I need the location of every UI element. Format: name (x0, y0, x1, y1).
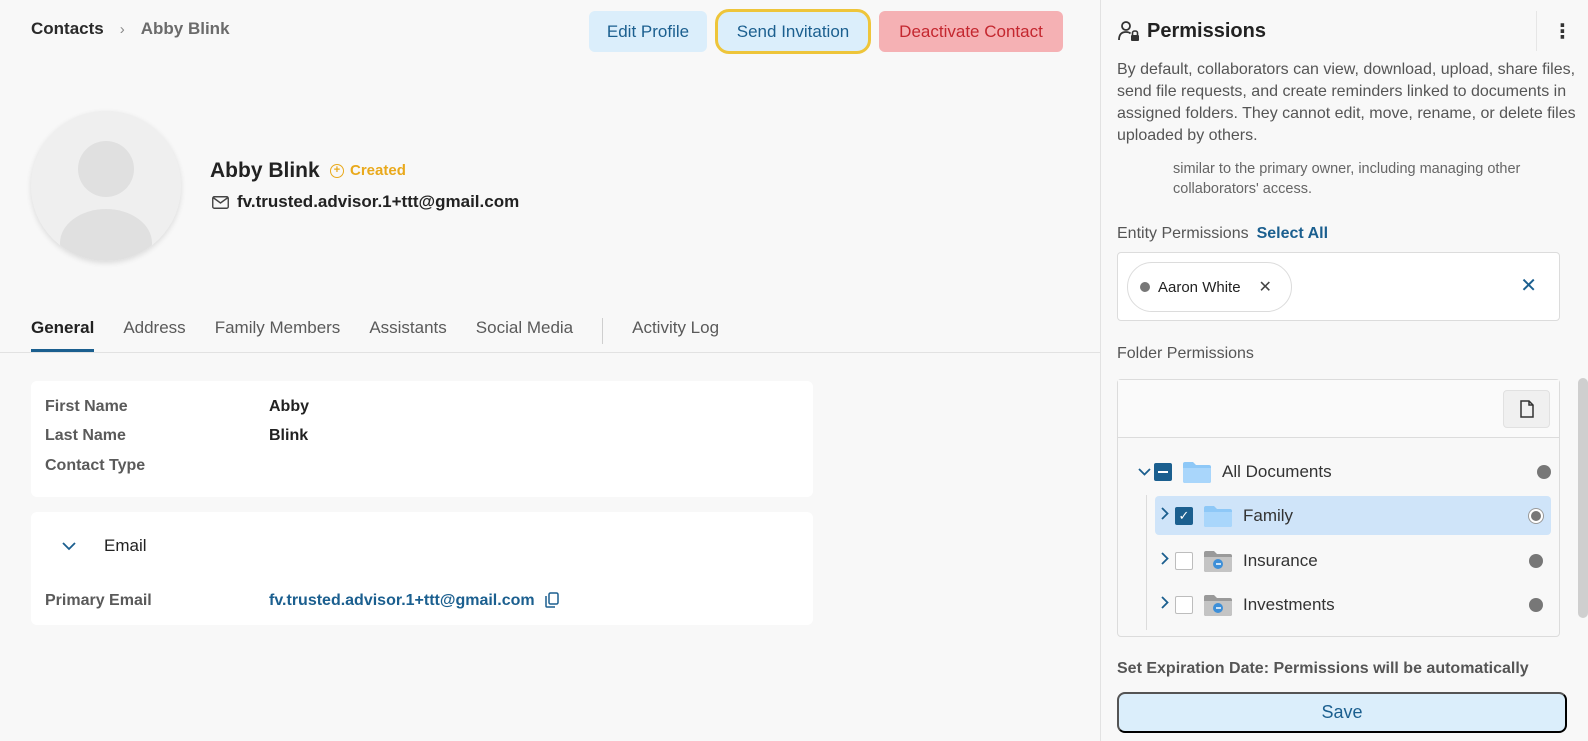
user-placeholder-icon (31, 111, 181, 261)
tab-assistants[interactable]: Assistants (369, 318, 446, 352)
more-vertical-icon[interactable]: ⋮ (1536, 11, 1588, 51)
clear-selection-icon[interactable]: ✕ (1520, 275, 1537, 297)
save-button[interactable]: Save (1117, 692, 1567, 733)
folder-icon (1183, 461, 1211, 483)
email-section-toggle[interactable]: Email (62, 536, 147, 556)
general-info-card: First Name Abby Last Name Blink Contact … (31, 381, 813, 497)
tree-row[interactable]: ✓ Family (1155, 496, 1551, 535)
contact-type-label: Contact Type (45, 457, 146, 474)
mail-icon (212, 195, 229, 209)
first-name-value: Abby (269, 398, 309, 415)
email-card: Email Primary Email fv.trusted.advisor.1… (31, 512, 813, 625)
contact-email-text: fv.trusted.advisor.1+ttt@gmail.com (237, 192, 520, 211)
entity-chip: Aaron White ✕ (1127, 262, 1292, 312)
tree-row[interactable]: Insurance (1155, 541, 1551, 580)
tree-guide-line (1146, 495, 1147, 630)
folder-checkbox[interactable] (1175, 551, 1193, 570)
user-lock-icon (1118, 21, 1139, 41)
send-invitation-button[interactable]: Send Invitation (715, 9, 871, 54)
edit-profile-button[interactable]: Edit Profile (589, 11, 707, 52)
folder-checkbox[interactable]: ✓ (1175, 506, 1193, 525)
permissions-description: By default, collaborators can view, down… (1117, 61, 1576, 144)
chevron-right-icon[interactable] (1155, 507, 1175, 524)
folder-icon (1204, 505, 1232, 527)
contact-name: Abby Blink (210, 159, 320, 182)
contact-email: fv.trusted.advisor.1+ttt@gmail.com (212, 192, 519, 212)
tabs-divider (0, 352, 1100, 353)
primary-email-row: Primary Email fv.trusted.advisor.1+ttt@g… (45, 592, 559, 613)
primary-email-label: Primary Email (45, 592, 152, 609)
folder-toolbar (1118, 380, 1559, 438)
permissions-panel: Permissions ⋮ By default, collaborators … (1100, 0, 1588, 741)
select-all-link[interactable]: Select All (1257, 225, 1328, 243)
plus-circle-icon: + (330, 163, 344, 178)
tree-row[interactable]: All Documents (1134, 452, 1559, 491)
permissions-title: Permissions (1147, 19, 1266, 42)
folder-name: Family (1243, 505, 1294, 525)
entity-permissions-header: Entity Permissions Select All (1117, 225, 1328, 243)
entity-dot-icon (1140, 282, 1150, 292)
tree-row[interactable]: Investments (1155, 585, 1551, 624)
chevron-down-icon (62, 538, 76, 555)
folder-tree: All Documents ✓ Family Insurance Investm… (1117, 379, 1560, 637)
status-dot-icon (1529, 553, 1543, 568)
first-name-label: First Name (45, 398, 128, 415)
status-dot-icon (1529, 508, 1543, 523)
tab-activity-log[interactable]: Activity Log (632, 318, 719, 352)
panel-scrollbar[interactable] (1578, 378, 1588, 618)
folder-name: All Documents (1222, 461, 1332, 481)
tab-bar: General Address Family Members Assistant… (31, 318, 748, 352)
status-dot-icon (1529, 597, 1543, 612)
remove-chip-icon[interactable]: ✕ (1259, 277, 1272, 297)
status-label: Created (350, 162, 406, 179)
contact-detail: Contacts › Abby Blink Edit Profile Send … (0, 0, 1100, 741)
shared-folder-icon (1204, 594, 1232, 616)
primary-email-link[interactable]: fv.trusted.advisor.1+ttt@gmail.com (269, 592, 535, 613)
status-badge: + Created (330, 162, 406, 179)
breadcrumb-current: Abby Blink (140, 19, 230, 38)
chevron-right-icon[interactable] (1155, 552, 1175, 569)
chevron-down-icon[interactable] (1134, 463, 1154, 480)
tab-address[interactable]: Address (123, 318, 185, 352)
chevron-right-icon[interactable] (1155, 596, 1175, 613)
entity-permissions-select[interactable]: Aaron White ✕ ✕ (1117, 252, 1560, 321)
email-section-title: Email (104, 536, 147, 555)
folder-checkbox[interactable] (1154, 462, 1172, 481)
tab-social-media[interactable]: Social Media (476, 318, 573, 352)
status-dot-icon (1537, 464, 1551, 479)
entity-permissions-label: Entity Permissions (1117, 225, 1249, 242)
tab-family-members[interactable]: Family Members (215, 318, 341, 352)
breadcrumb: Contacts › Abby Blink (31, 19, 230, 39)
permissions-note: similar to the primary owner, including … (1173, 161, 1521, 197)
last-name-value: Blink (269, 427, 309, 444)
tab-divider (602, 318, 604, 344)
last-name-label: Last Name (45, 427, 126, 444)
folder-checkbox[interactable] (1175, 595, 1193, 614)
last-name-row: Last Name Blink (45, 427, 308, 445)
folder-name: Investments (1243, 594, 1335, 614)
entity-chip-label: Aaron White (1158, 278, 1241, 296)
tab-general[interactable]: General (31, 318, 95, 352)
chevron-right-icon: › (119, 20, 125, 38)
header-actions: Edit Profile Send Invitation Deactivate … (589, 9, 1063, 54)
contact-type-row: Contact Type (45, 457, 269, 475)
avatar (31, 111, 181, 261)
document-icon[interactable] (1503, 390, 1550, 428)
deactivate-contact-button[interactable]: Deactivate Contact (879, 11, 1063, 52)
permissions-header: Permissions (1117, 19, 1266, 43)
folder-permissions-label: Folder Permissions (1117, 345, 1254, 362)
folder-name: Insurance (1243, 550, 1318, 570)
breadcrumb-contacts-link[interactable]: Contacts (31, 19, 104, 39)
shared-folder-icon (1204, 550, 1232, 572)
copy-icon[interactable] (544, 592, 559, 613)
first-name-row: First Name Abby (45, 398, 309, 416)
expiration-text: Set Expiration Date: Permissions will be… (1117, 660, 1529, 677)
